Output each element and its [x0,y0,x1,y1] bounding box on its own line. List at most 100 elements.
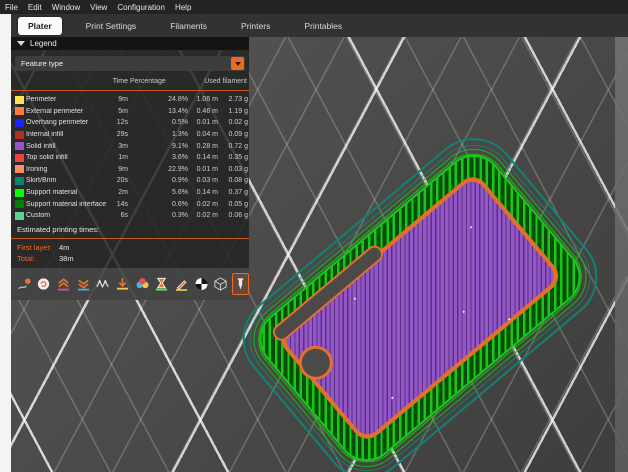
feature-type-row[interactable]: Skirt/Brim 20s 0.9% 0.03 m 0.08 g [11,175,249,187]
feature-weight: 0.09 g [220,131,248,138]
menu-item-edit[interactable]: Edit [28,3,42,12]
legend-body: Feature type Time Percentage Used filame… [11,50,249,268]
feature-color-swatch [15,131,24,139]
feature-label: Solid infill [26,143,108,150]
feature-time: 1m [110,154,128,161]
feature-time: 3m [110,143,128,150]
feature-time: 14s [110,201,128,208]
feature-type-row[interactable]: Support material 2m 5.6% 0.14 m 0.37 g [11,187,249,199]
feature-time: 5m [110,108,128,115]
menu-item-file[interactable]: File [5,3,18,12]
feature-length: 0.46 m [190,108,218,115]
feature-percentage: 3.6% [163,154,188,161]
feature-length: 0.28 m [190,143,218,150]
shells-icon[interactable] [212,273,229,295]
window-left-margin [0,14,11,472]
feature-label: Ironing [26,166,108,173]
tool-marker-icon[interactable] [232,273,249,295]
col-percentage: Percentage [130,78,188,85]
feature-percentage: 1.3% [163,131,188,138]
feature-color-swatch [15,142,24,150]
feature-percentage: 0.6% [163,201,188,208]
tab-printers[interactable]: Printers [231,17,280,35]
feature-type-row[interactable]: Overhang perimeter 12s 0.5% 0.01 m 0.02 … [11,117,249,129]
prusaslicer-window: File Edit Window View Configuration Help… [0,0,628,472]
center-of-gravity-icon[interactable] [193,273,210,295]
view-type-select[interactable]: Feature type [15,56,245,71]
orange-separator [11,90,249,91]
tab-plater[interactable]: Plater [18,17,62,35]
legend-view-toolbar [11,268,249,300]
feature-color-swatch [15,154,24,162]
feature-weight: 0.05 g [220,201,248,208]
feature-weight: 0.02 g [220,119,248,126]
feature-color-swatch [15,200,24,208]
feature-percentage: 9.1% [163,143,188,150]
feature-label: Internal infill [26,131,108,138]
feature-time: 20s [110,177,128,184]
feature-type-row[interactable]: Internal infill 29s 1.3% 0.04 m 0.09 g [11,129,249,141]
feature-label: Top solid infill [26,154,108,161]
wipe-icon[interactable] [36,273,53,295]
feature-weight: 0.03 g [220,166,248,173]
feature-weight: 0.08 g [220,177,248,184]
feature-weight: 1.19 g [220,108,248,115]
total-time-row: Total: 38m [11,253,249,264]
collapse-triangle-icon[interactable] [17,41,25,46]
feature-weight: 0.35 g [220,154,248,161]
feature-percentage: 22.9% [163,166,188,173]
feature-time: 12s [110,119,128,126]
feature-type-row[interactable]: Support material interface 14s 0.6% 0.02… [11,198,249,210]
feature-weight: 2.73 g [220,96,248,103]
feature-type-row[interactable]: Ironing 9m 22.9% 0.01 m 0.03 g [11,164,249,176]
deretractions-icon[interactable] [75,273,92,295]
feature-type-row[interactable]: Top solid infill 1m 3.6% 0.14 m 0.35 g [11,152,249,164]
tab-printables[interactable]: Printables [294,17,352,35]
travel-icon[interactable] [16,273,33,295]
feature-color-swatch [15,165,24,173]
retractions-icon[interactable] [55,273,72,295]
feature-length: 0.01 m [190,119,218,126]
first-layer-time-row: First layer: 4m [11,242,249,253]
feature-length: 0.03 m [190,177,218,184]
view-type-dropdown-button[interactable] [231,57,244,70]
feature-type-table: Perimeter 9m 24.8% 1.06 m 2.73 g Externa… [11,94,249,222]
feature-percentage: 0.3% [163,212,188,219]
custom-gcodes-icon[interactable] [173,273,190,295]
feature-color-swatch [15,189,24,197]
feature-color-swatch [15,177,24,185]
feature-label: Support material [26,189,108,196]
first-layer-value: 4m [59,243,69,252]
feature-time: 6s [110,212,128,219]
orange-separator [11,238,249,239]
feature-time: 9m [110,96,128,103]
menu-item-configuration[interactable]: Configuration [117,3,165,12]
feature-label: Support material interface [26,201,108,208]
legend-panel: Legend Feature type Time Percentage Used… [11,37,249,300]
seams-icon[interactable] [95,273,112,295]
menu-item-help[interactable]: Help [175,3,191,12]
feature-type-row[interactable]: Custom 6s 0.3% 0.02 m 0.06 g [11,210,249,222]
feature-type-row[interactable]: Solid infill 3m 9.1% 0.28 m 0.72 g [11,140,249,152]
feature-label: External perimeter [26,108,108,115]
feature-length: 0.02 m [190,212,218,219]
menu-item-window[interactable]: Window [52,3,80,12]
total-label: Total: [17,254,59,263]
feature-length: 0.01 m [190,166,218,173]
pause-prints-icon[interactable] [153,273,170,295]
col-used-filament: Used filament [190,78,248,85]
view-type-value: Feature type [21,59,63,68]
feature-type-row[interactable]: Perimeter 9m 24.8% 1.06 m 2.73 g [11,94,249,106]
feature-type-row[interactable]: External perimeter 5m 13.4% 0.46 m 1.19 … [11,106,249,118]
tool-changes-icon[interactable] [114,273,131,295]
legend-header[interactable]: Legend [11,37,249,50]
legend-column-headers: Time Percentage Used filament [11,75,249,88]
tab-filaments[interactable]: Filaments [160,17,217,35]
feature-label: Perimeter [26,96,108,103]
tab-print-settings[interactable]: Print Settings [76,17,147,35]
menu-item-view[interactable]: View [90,3,107,12]
feature-length: 0.02 m [190,201,218,208]
feature-percentage: 13.4% [163,108,188,115]
chevron-down-icon [235,62,241,66]
color-changes-icon[interactable] [134,273,151,295]
